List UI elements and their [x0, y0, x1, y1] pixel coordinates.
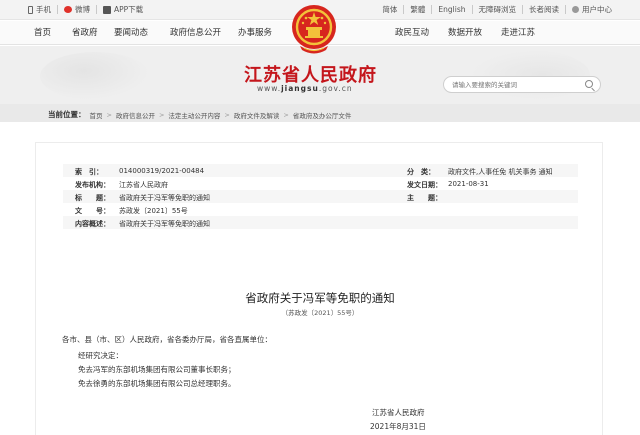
issuing-org-key: 发布机构： — [75, 181, 110, 189]
elder-reading-link[interactable]: 长者阅读 — [529, 4, 559, 15]
breadcrumb: 当前位置： 首页 > 政府信息公开 > 法定主动公开内容 > 政府文件及解读 >… — [48, 109, 351, 120]
title-key: 标 题： — [75, 194, 110, 202]
nav-item-info-disclosure[interactable]: 政府信息公开 — [170, 26, 221, 38]
category-value: 政府文件,人事任免 机关事务 通知 — [448, 168, 553, 176]
topbar-left-links: 手机 微博 APP下载 — [28, 4, 143, 15]
breadcrumb-bar: 当前位置： 首页 > 政府信息公开 > 法定主动公开内容 > 政府文件及解读 >… — [0, 104, 640, 122]
divider — [57, 5, 58, 14]
national-emblem-icon — [292, 5, 336, 54]
site-url-suffix: .gov.cn — [318, 84, 353, 93]
subject-key: 主 题： — [407, 194, 442, 202]
search-input[interactable] — [452, 79, 584, 90]
app-download-label: APP下载 — [114, 5, 144, 14]
divider — [565, 5, 566, 14]
document-title: 省政府关于冯军等免职的通知 — [245, 291, 395, 305]
nav-item-home[interactable]: 首页 — [34, 26, 51, 38]
breadcrumb-separator: > — [106, 110, 112, 119]
app-download-link[interactable]: APP下载 — [103, 4, 143, 15]
weibo-link[interactable]: 微博 — [64, 4, 90, 15]
mobile-link[interactable]: 手机 — [28, 4, 51, 15]
traditional-chinese-link[interactable]: 繁體 — [410, 4, 425, 15]
breadcrumb-separator: > — [224, 110, 230, 119]
app-icon — [103, 5, 111, 14]
nav-item-about-jiangsu[interactable]: 走进江苏 — [501, 26, 535, 38]
nav-item-news[interactable]: 要闻动态 — [114, 26, 148, 38]
divider — [96, 5, 97, 14]
category-key: 分 类： — [407, 168, 435, 176]
breadcrumb-label: 当前位置： — [48, 110, 86, 119]
breadcrumb-item-info-disclosure[interactable]: 政府信息公开 — [116, 110, 155, 120]
document-addressee: 各市、县（市、区）人民政府，省各委办厅局，省各直属单位： — [62, 335, 272, 344]
english-link[interactable]: English — [438, 5, 465, 14]
breadcrumb-item-statutory-content[interactable]: 法定主动公开内容 — [168, 110, 220, 120]
phone-icon — [28, 5, 33, 14]
doc-number-value: 苏政发〔2021〕55号 — [119, 207, 188, 215]
site-url-domain: jiangsu — [281, 84, 319, 93]
site-url-prefix: www. — [257, 84, 282, 93]
breadcrumb-item-home[interactable]: 首页 — [90, 110, 103, 120]
simplified-chinese-link[interactable]: 简体 — [382, 4, 397, 15]
nav-item-provincial-government[interactable]: 省政府 — [72, 26, 98, 38]
user-icon — [572, 6, 579, 13]
summary-value: 省政府关于冯军等免职的通知 — [119, 220, 210, 228]
topbar-right-links: 简体 繁體 English 无障碍浏览 长者阅读 用户中心 — [382, 4, 612, 15]
document-paragraph: 免去冯军的东部机场集团有限公司董事长职务； — [78, 365, 236, 374]
accessibility-link[interactable]: 无障碍浏览 — [479, 4, 517, 15]
divider — [522, 5, 523, 14]
divider — [471, 5, 473, 14]
divider — [431, 5, 433, 14]
doc-number-key: 文 号： — [75, 207, 110, 215]
issuing-org-value: 江苏省人民政府 — [119, 181, 168, 189]
weibo-icon — [64, 6, 72, 13]
breadcrumb-separator: > — [283, 110, 289, 119]
nav-item-interaction[interactable]: 政民互动 — [395, 26, 429, 38]
breadcrumb-item-government-documents[interactable]: 政府文件及解读 — [234, 110, 280, 120]
document-paragraph: 免去徐勇的东部机场集团有限公司总经理职务。 — [78, 379, 236, 388]
user-center-label: 用户中心 — [582, 5, 612, 14]
breadcrumb-item-office-documents[interactable]: 省政府及办公厅文件 — [293, 110, 352, 120]
document-signature: 江苏省人民政府 — [372, 408, 425, 417]
issue-date-key: 发文日期： — [407, 181, 442, 189]
site-url: www.jiangsu.gov.cn — [257, 84, 353, 93]
document-paragraph: 经研究决定： — [78, 351, 123, 360]
index-key: 索 引： — [75, 168, 103, 176]
document-date: 2021年8月31日 — [370, 422, 426, 431]
banner-decoration — [40, 52, 150, 100]
search-box — [443, 76, 601, 93]
user-center-link[interactable]: 用户中心 — [572, 4, 612, 15]
document-metadata: 索 引： 014000319/2021-00484 分 类： 政府文件,人事任免… — [63, 164, 578, 234]
title-value: 省政府关于冯军等免职的通知 — [119, 194, 210, 202]
breadcrumb-separator: > — [158, 110, 165, 119]
weibo-label: 微博 — [75, 5, 90, 14]
nav-item-services[interactable]: 办事服务 — [238, 26, 272, 38]
nav-item-open-data[interactable]: 数据开放 — [448, 26, 482, 38]
summary-key: 内容概述： — [75, 220, 110, 228]
mobile-label: 手机 — [36, 5, 51, 14]
document-number: （苏政发〔2021〕55号） — [281, 309, 359, 317]
divider — [403, 5, 405, 14]
index-value: 014000319/2021-00484 — [119, 167, 205, 175]
issue-date-value: 2021-08-31 — [448, 180, 489, 188]
search-icon[interactable] — [585, 80, 593, 88]
